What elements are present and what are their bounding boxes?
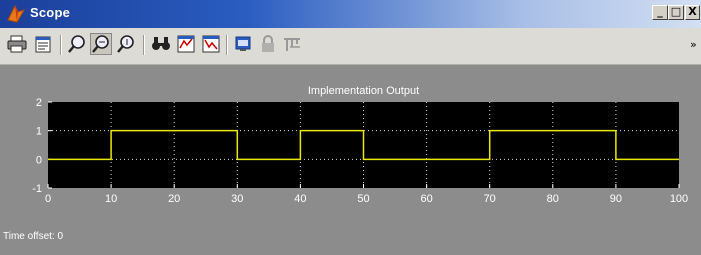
x-tick-label: 70	[484, 193, 496, 205]
y-tick-label: 2	[36, 97, 42, 109]
autoscale-icon[interactable]	[150, 33, 172, 55]
parameters-icon[interactable]	[32, 33, 54, 55]
close-button[interactable]: X	[685, 5, 700, 20]
print-icon[interactable]	[6, 33, 28, 55]
x-tick-label: 40	[294, 193, 306, 205]
floating-scope-icon[interactable]	[232, 33, 254, 55]
x-tick-label: 50	[357, 193, 369, 205]
y-tick-label: -1	[32, 183, 42, 195]
restore-axes-icon[interactable]	[200, 33, 222, 55]
scope-chart[interactable]: 0 10 20 30 40 50 60 70 80 90 100-1012Implementatio…	[0, 65, 701, 250]
x-tick-label: 60	[420, 193, 432, 205]
x-tick-label: 10	[105, 193, 117, 205]
toolbar: »	[0, 28, 701, 65]
title-bar[interactable]: Scope _ □ X	[0, 0, 701, 28]
toolbar-overflow-icon[interactable]: »	[690, 38, 697, 51]
x-tick-label: 100	[670, 193, 688, 205]
lock-axes-icon[interactable]	[257, 33, 279, 55]
x-tick-label: 0	[45, 193, 51, 205]
zoom-x-icon[interactable]	[90, 33, 112, 55]
simulink-scope-icon	[7, 4, 26, 23]
time-offset-status: Time offset: 0	[3, 231, 63, 242]
window-title: Scope	[30, 5, 71, 20]
time-offset-value: 0	[57, 231, 64, 242]
zoom-icon[interactable]	[66, 33, 88, 55]
y-tick-label: 0	[36, 154, 42, 166]
x-tick-label: 90	[610, 193, 622, 205]
y-tick-label: 1	[36, 126, 42, 138]
x-tick-label: 80	[547, 193, 559, 205]
save-axes-icon[interactable]	[175, 33, 197, 55]
zoom-y-icon[interactable]	[115, 33, 137, 55]
time-offset-label: Time offset:	[3, 231, 55, 242]
x-tick-label: 30	[231, 193, 243, 205]
signal-selection-icon[interactable]	[281, 33, 303, 55]
x-tick-label: 20	[168, 193, 180, 205]
plot-area: 0 10 20 30 40 50 60 70 80 90 100 -1 0 1 2 Implementatio…	[0, 65, 701, 250]
chart-title: Implementation Output	[308, 85, 419, 97]
minimize-button[interactable]: _	[652, 5, 668, 20]
maximize-button[interactable]: □	[668, 5, 684, 20]
